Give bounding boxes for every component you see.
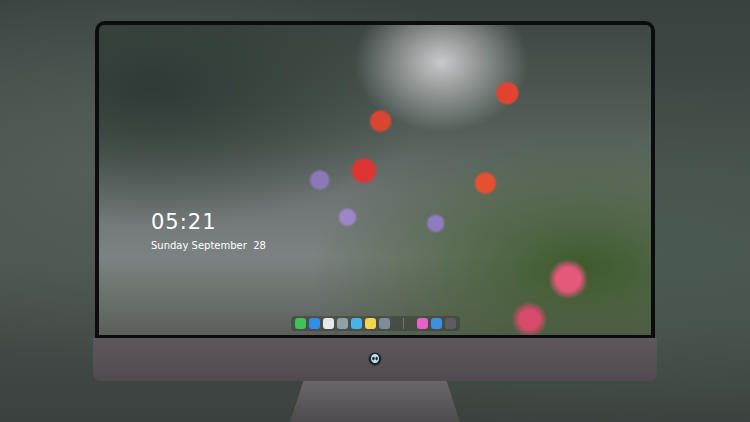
dock-app-icon[interactable] (323, 318, 334, 329)
lock-screen: 05:21 Sunday September 28 (99, 25, 651, 335)
lock-info: 05:21 Sunday September 28 (151, 209, 651, 252)
dock-app-icon[interactable] (431, 318, 442, 329)
dock-app-icon[interactable] (417, 318, 428, 329)
clock-time: 05:21 (151, 209, 651, 235)
dock-app-icon[interactable] (351, 318, 362, 329)
desktop-mockup: 05:21 Sunday September 28 (0, 0, 750, 422)
dock-app-icon[interactable] (379, 318, 390, 329)
dock-app-icon[interactable] (365, 318, 376, 329)
monitor-bezel: 05:21 Sunday September 28 (95, 21, 655, 338)
dock-app-icon[interactable] (337, 318, 348, 329)
monitor: 05:21 Sunday September 28 (93, 21, 657, 422)
monitor-chin (93, 338, 657, 381)
dock (291, 316, 460, 331)
alien-logo-icon (368, 352, 382, 366)
dock-app-icon[interactable] (445, 318, 456, 329)
dock-app-icon[interactable] (295, 318, 306, 329)
monitor-stand (290, 381, 460, 422)
dock-separator (403, 318, 404, 329)
clock-date: Sunday September 28 (151, 239, 651, 252)
dock-app-icon[interactable] (309, 318, 320, 329)
